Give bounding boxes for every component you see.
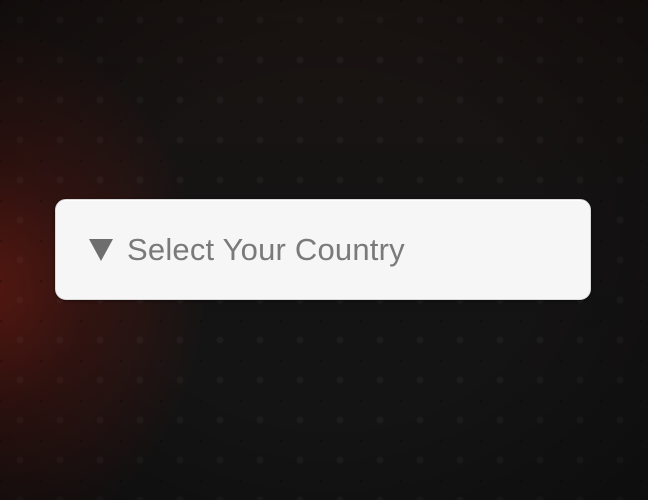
country-select-label: Select Your Country xyxy=(127,231,405,267)
country-select-dropdown[interactable]: Select Your Country xyxy=(55,199,591,300)
triangle-down-icon xyxy=(89,239,113,261)
